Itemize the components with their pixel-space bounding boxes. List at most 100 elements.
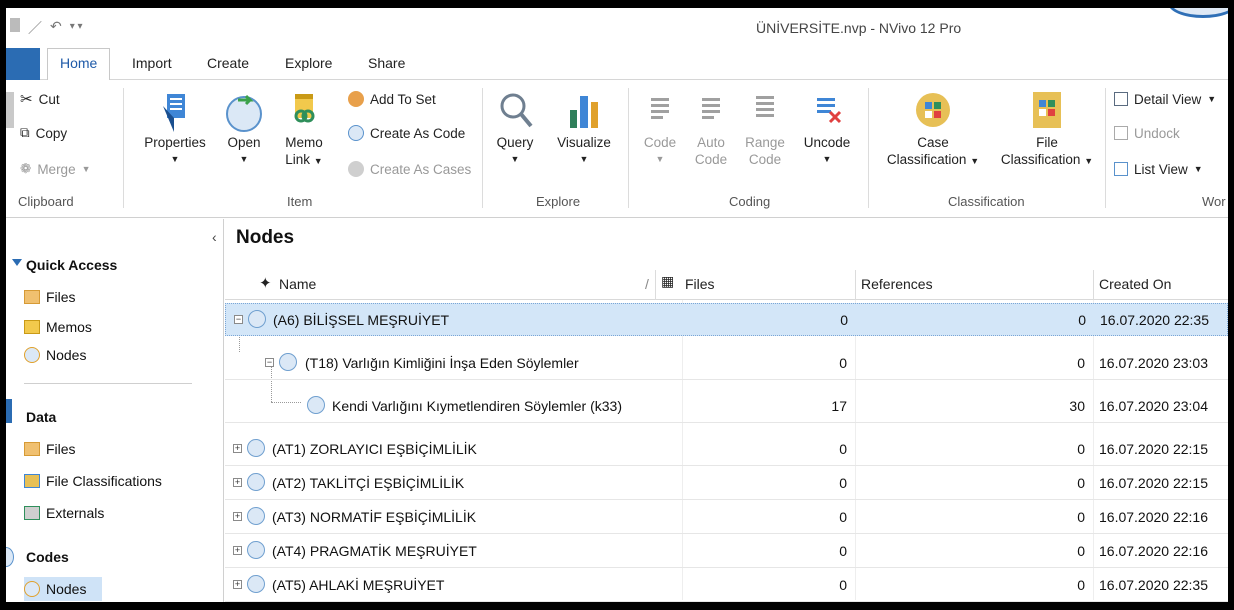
tab-explore[interactable]: Explore	[285, 55, 332, 71]
group-label-classification: Classification	[948, 194, 1025, 209]
create-as-cases-button[interactable]: Create As Cases	[348, 158, 471, 180]
add-to-set-button[interactable]: Add To Set	[348, 88, 436, 110]
column-header-name[interactable]: Name	[279, 276, 316, 292]
uncode-icon	[817, 98, 842, 124]
ribbon: ✂ Cut ⧉ Copy ❁ Merge ▼ Clipboard Propert…	[6, 80, 1228, 218]
visualize-button[interactable]: Visualize ▼	[551, 88, 617, 168]
customize-dropdown-icon[interactable]: ▾ ▾	[70, 21, 83, 38]
add-to-set-icon	[348, 91, 364, 107]
node-name: (AT5) AHLAKİ MEŞRUİYET	[272, 577, 445, 593]
column-header-files[interactable]: Files	[685, 276, 715, 292]
expand-icon[interactable]: +	[233, 478, 242, 487]
created-on: 16.07.2020 22:35	[1099, 577, 1208, 593]
merge-icon: ❁	[20, 161, 32, 176]
window-corner-graphic	[1168, 8, 1228, 18]
node-name: (T18) Varlığın Kimliğini İnşa Eden Söyle…	[305, 355, 579, 371]
files-count: 17	[831, 398, 847, 414]
open-button[interactable]: Open ▼	[222, 88, 266, 168]
expand-icon[interactable]: +	[233, 546, 242, 555]
quick-access-expander-icon[interactable]	[12, 259, 22, 266]
files-count: 0	[839, 509, 847, 525]
file-classification-button[interactable]: File Classification ▼	[992, 88, 1102, 170]
table-row[interactable]: + (AT2) TAKLİTÇİ EŞBİÇİMLİLİK 0 0 16.07.…	[225, 467, 1228, 500]
nodes-icon	[24, 581, 40, 597]
case-classification-icon	[916, 93, 950, 127]
node-name: (A6) BİLİŞSEL MEŞRUİYET	[273, 312, 450, 328]
table-row[interactable]: Kendi Varlığını Kıymetlendiren Söylemler…	[225, 390, 1228, 423]
code-button[interactable]: Code ▼	[638, 88, 682, 168]
column-header-created-on[interactable]: Created On	[1099, 276, 1171, 292]
node-icon	[307, 396, 325, 414]
auto-code-button[interactable]: Auto Code	[689, 88, 733, 168]
save-icon[interactable]	[10, 18, 20, 32]
detail-view-icon	[1114, 92, 1128, 106]
merge-button[interactable]: ❁ Merge ▼	[20, 158, 91, 180]
quick-access-toolbar: ／ ↶ ▾ ▾	[10, 18, 83, 38]
properties-button[interactable]: Properties ▼	[142, 88, 208, 168]
uncode-button[interactable]: Uncode ▼	[796, 88, 858, 168]
tab-share[interactable]: Share	[368, 55, 405, 71]
expand-icon[interactable]: +	[233, 580, 242, 589]
memo-link-button[interactable]: Memo Link ▼	[282, 88, 326, 170]
undock-icon	[1114, 126, 1128, 140]
undock-button[interactable]: Undock	[1114, 122, 1180, 144]
files-count: 0	[839, 441, 847, 457]
nav-externals[interactable]: Externals	[24, 501, 104, 525]
undo-icon[interactable]: ↶	[50, 18, 62, 38]
detail-view-button[interactable]: Detail View ▼	[1114, 88, 1216, 110]
create-as-code-button[interactable]: Create As Code	[348, 122, 465, 144]
chevron-down-icon: ▼	[170, 154, 180, 164]
table-row[interactable]: + (AT5) AHLAKİ MEŞRUİYET 0 0 16.07.2020 …	[225, 569, 1228, 602]
collapse-pane-icon[interactable]: ‹	[212, 229, 217, 245]
edit-icon[interactable]: ／	[28, 18, 42, 38]
references-count: 0	[1077, 577, 1085, 593]
column-header-references[interactable]: References	[861, 276, 933, 292]
nav-quick-nodes[interactable]: Nodes	[24, 343, 86, 367]
table-row[interactable]: + (AT1) ZORLAYICI EŞBİÇİMLİLİK 0 0 16.07…	[225, 433, 1228, 466]
references-count: 0	[1078, 312, 1086, 328]
chevron-down-icon: ▼	[510, 154, 520, 164]
data-heading[interactable]: Data	[26, 409, 56, 425]
expand-icon[interactable]: +	[233, 512, 242, 521]
column-divider[interactable]	[1093, 270, 1094, 300]
created-on: 16.07.2020 23:03	[1099, 355, 1208, 371]
tab-create[interactable]: Create	[207, 55, 249, 71]
list-view-button[interactable]: List View ▼	[1114, 158, 1203, 180]
nav-codes-nodes[interactable]: Nodes	[24, 577, 102, 601]
tab-home[interactable]: Home	[47, 48, 111, 81]
chevron-down-icon: ▼	[1207, 94, 1217, 104]
range-code-button[interactable]: Range Code	[740, 88, 790, 168]
copy-icon: ⧉	[20, 125, 30, 140]
ribbon-divider	[1105, 88, 1106, 208]
externals-icon	[24, 506, 40, 520]
pin-icon[interactable]: ✦	[259, 274, 272, 292]
collapse-icon[interactable]: −	[265, 358, 274, 367]
collapse-icon[interactable]: −	[234, 315, 243, 324]
nav-file-classifications[interactable]: File Classifications	[24, 469, 162, 493]
created-on: 16.07.2020 22:16	[1099, 509, 1208, 525]
quick-access-heading[interactable]: Quick Access	[26, 257, 117, 273]
case-classification-button[interactable]: Case Classification ▼	[878, 88, 988, 170]
table-row[interactable]: + (AT3) NORMATİF EŞBİÇİMLİLİK 0 0 16.07.…	[225, 501, 1228, 534]
cut-button[interactable]: ✂ Cut	[20, 88, 60, 110]
nav-quick-memos[interactable]: Memos	[24, 315, 92, 339]
expand-icon[interactable]: +	[233, 444, 242, 453]
table-row[interactable]: + (AT4) PRAGMATİK MEŞRUİYET 0 0 16.07.20…	[225, 535, 1228, 568]
files-count: 0	[839, 577, 847, 593]
node-icon	[279, 353, 297, 371]
copy-button[interactable]: ⧉ Copy	[20, 122, 67, 144]
query-button[interactable]: Query ▼	[491, 88, 539, 168]
tab-import[interactable]: Import	[132, 55, 172, 71]
paste-icon[interactable]	[6, 92, 14, 128]
bar-chart-icon	[570, 96, 598, 128]
nav-data-files[interactable]: Files	[24, 437, 76, 461]
table-row[interactable]: − (A6) BİLİŞSEL MEŞRUİYET 0 0 16.07.2020…	[225, 303, 1228, 336]
column-divider[interactable]	[655, 270, 656, 300]
title-bar: ／ ↶ ▾ ▾ ÜNİVERSİTE.nvp - NVivo 12 Pro	[6, 8, 1228, 48]
nav-quick-files[interactable]: Files	[24, 285, 76, 309]
references-count: 0	[1077, 475, 1085, 491]
table-row[interactable]: − (T18) Varlığın Kimliğini İnşa Eden Söy…	[225, 347, 1228, 380]
codes-heading[interactable]: Codes	[26, 549, 69, 565]
file-tab[interactable]	[6, 48, 40, 80]
column-divider[interactable]	[855, 270, 856, 300]
